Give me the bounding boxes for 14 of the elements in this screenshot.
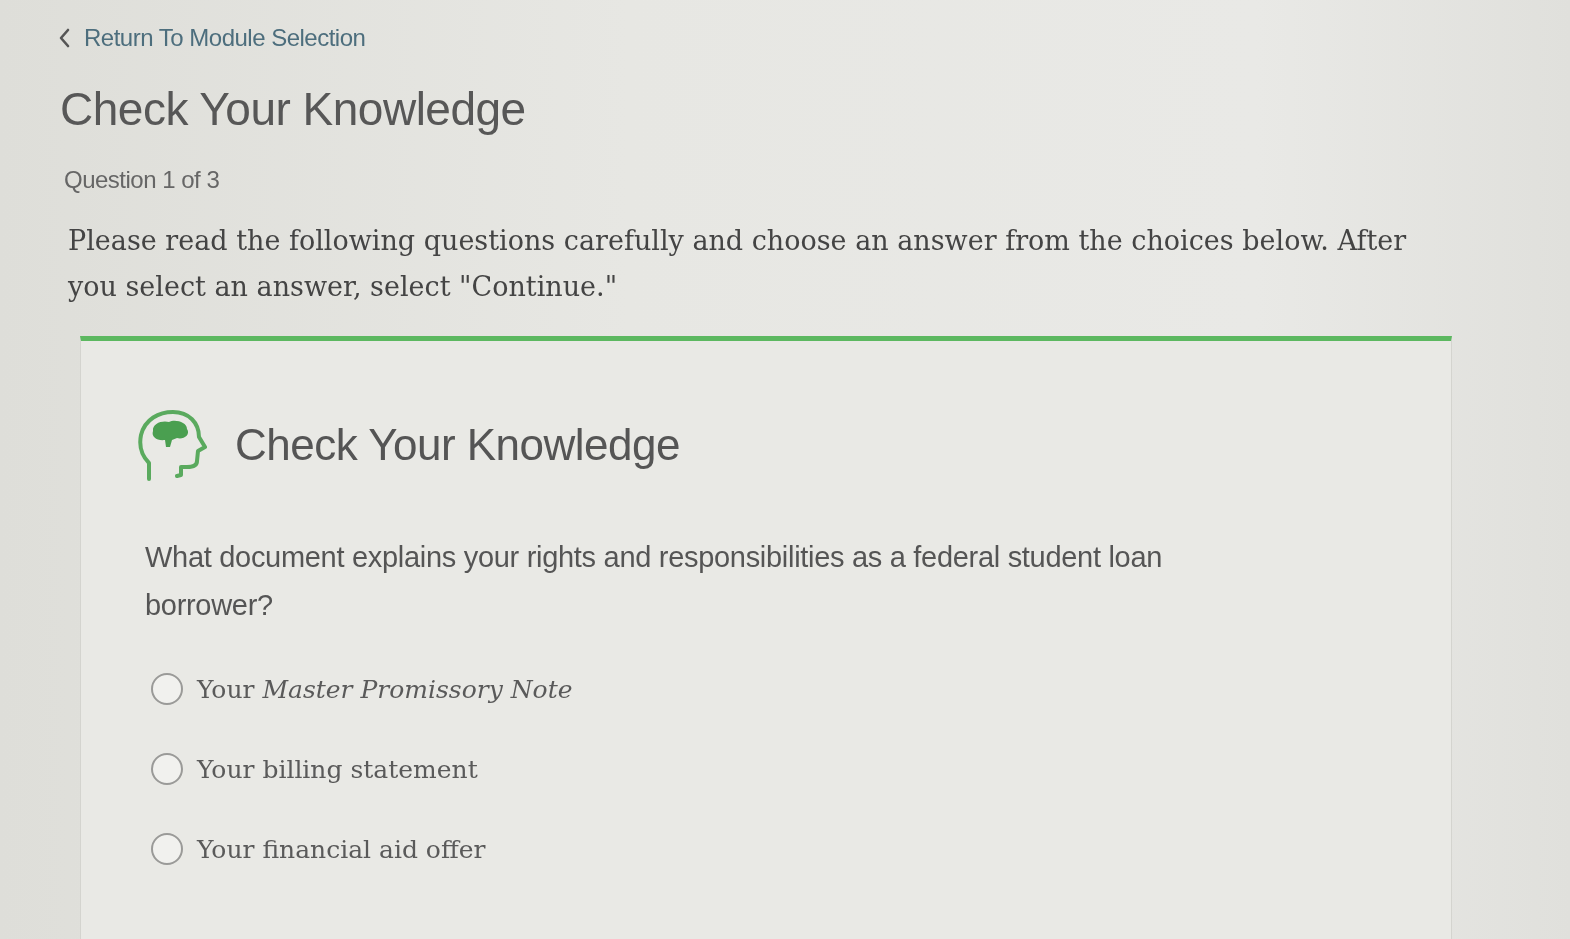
question-text: What document explains your rights and responsibilities as a federal student loan borrower? — [145, 540, 1164, 623]
radio-button[interactable] — [151, 753, 183, 785]
chevron-left-icon — [58, 28, 70, 48]
option-label: Your Master Promissory Note — [197, 674, 573, 704]
option-label: Your billing statement — [197, 754, 478, 784]
radio-button[interactable] — [151, 833, 183, 865]
back-link[interactable]: Return To Module Selection — [58, 18, 366, 58]
page-title: Check Your Knowledge — [60, 82, 526, 136]
head-brain-icon — [137, 409, 207, 481]
radio-button[interactable] — [151, 673, 183, 705]
card-heading: Check Your Knowledge — [235, 420, 680, 470]
question-counter: Question 1 of 3 — [64, 166, 220, 194]
option-label: Your financial aid offer — [197, 834, 486, 864]
instructions-text: Please read the following questions carefully and choose an answer from the choices below. After you select an answer, select "Continue." — [68, 224, 1408, 304]
